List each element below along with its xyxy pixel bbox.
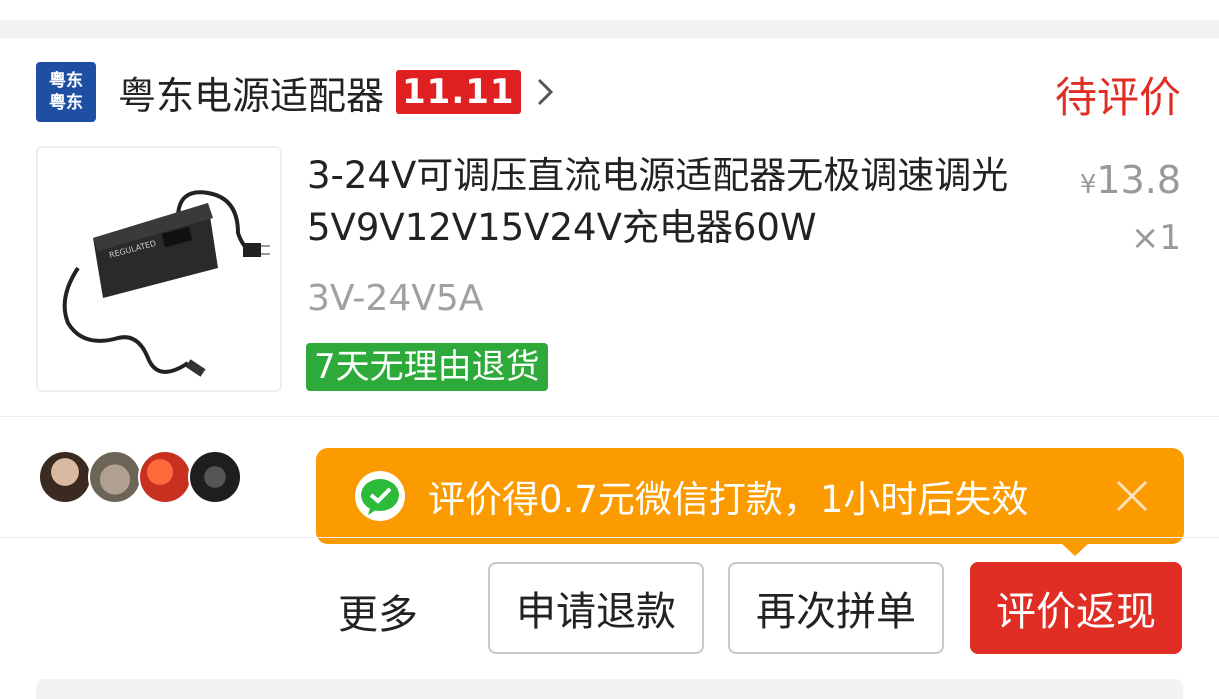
- shop-header[interactable]: 粤东 粤东 粤东电源适配器 11.11: [36, 62, 555, 122]
- price-value: 13.8: [1096, 158, 1181, 202]
- divider: [0, 416, 1219, 417]
- product-image[interactable]: REGULATED: [36, 146, 282, 392]
- refund-button[interactable]: 申请退款: [488, 562, 704, 654]
- return-policy-tag: 7天无理由退货: [306, 343, 548, 391]
- wechat-pay-icon: [355, 471, 405, 521]
- avatar: [188, 450, 242, 504]
- top-separator: [0, 0, 1219, 38]
- avatar: [38, 450, 92, 504]
- product-title[interactable]: 3-24V可调压直流电源适配器无极调速调光5V9V12V15V24V充电器60W: [307, 150, 1037, 254]
- shop-logo: 粤东 粤东: [36, 62, 96, 122]
- order-actions: 更多 申请退款 再次拼单 评价返现: [0, 562, 1219, 654]
- price-symbol: ¥: [1079, 170, 1097, 200]
- buyer-avatars[interactable]: [38, 450, 242, 504]
- order-status: 待评价: [1054, 73, 1181, 122]
- tooltip-arrow: [1060, 542, 1090, 556]
- cashback-tooltip[interactable]: 评价得0.7元微信打款，1小时后失效: [316, 448, 1184, 544]
- close-icon[interactable]: [1114, 478, 1150, 514]
- avatar: [138, 450, 192, 504]
- shop-logo-line2: 粤东: [49, 93, 83, 113]
- reorder-button[interactable]: 再次拼单: [728, 562, 944, 654]
- product-spec: 3V-24V5A: [307, 278, 484, 319]
- tooltip-text: 评价得0.7元微信打款，1小时后失效: [428, 478, 1029, 521]
- divider: [0, 537, 1219, 538]
- product-price: ¥13.8: [1080, 158, 1181, 202]
- more-button[interactable]: 更多: [338, 582, 418, 640]
- shop-name[interactable]: 粤东电源适配器: [118, 65, 384, 120]
- review-cashback-button[interactable]: 评价返现: [970, 562, 1182, 654]
- product-quantity: ×1: [1130, 218, 1181, 258]
- next-order-card: [36, 679, 1183, 699]
- promo-badge: 11.11: [396, 70, 521, 114]
- shop-logo-line1: 粤东: [49, 71, 83, 91]
- avatar: [88, 450, 142, 504]
- chevron-right-icon[interactable]: [535, 74, 555, 110]
